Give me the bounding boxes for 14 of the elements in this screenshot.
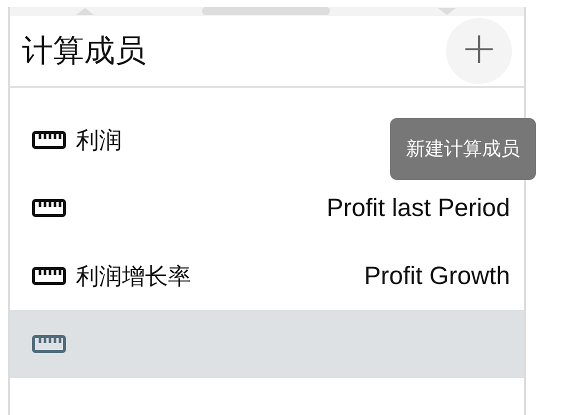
member-caption: Profit Growth xyxy=(364,262,510,290)
member-row[interactable]: 利润增长率 Profit Growth xyxy=(10,242,524,310)
ruler-icon xyxy=(32,131,66,149)
tooltip: 新建计算成员 xyxy=(390,118,536,180)
member-row[interactable] xyxy=(10,310,524,378)
scrollbar[interactable] xyxy=(10,7,524,16)
member-caption: Profit last Period xyxy=(326,194,510,222)
panel-title: 计算成员 xyxy=(22,32,146,71)
member-name: 利润增长率 xyxy=(76,262,191,292)
ruler-icon xyxy=(32,199,66,217)
ruler-icon xyxy=(32,267,66,285)
add-button[interactable]: + xyxy=(446,18,512,84)
ruler-icon xyxy=(32,335,66,353)
member-name: 利润 xyxy=(76,126,122,156)
